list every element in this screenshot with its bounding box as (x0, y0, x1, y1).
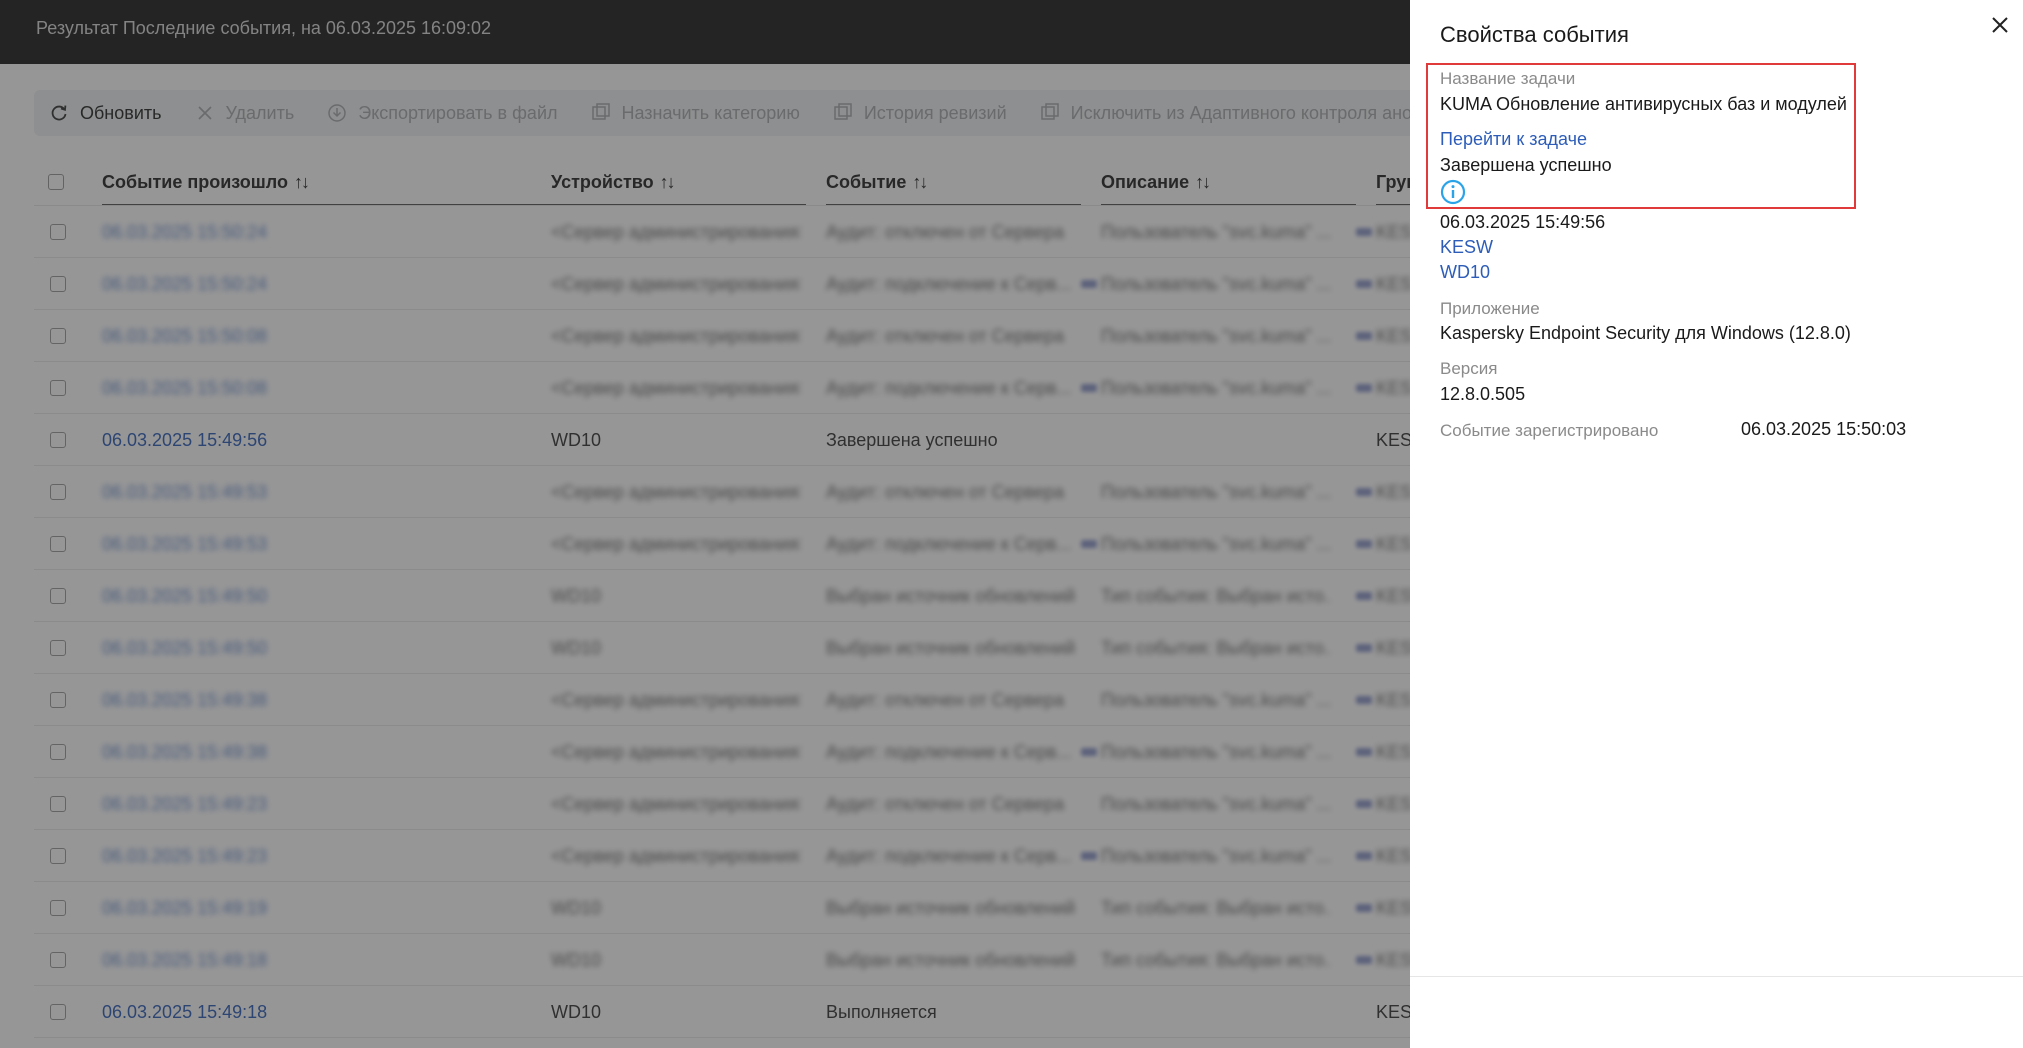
event-properties-panel: Свойства события Название задачи KUMA Об… (1410, 0, 2023, 1048)
version-label: Версия (1440, 359, 1498, 378)
registered-value: 06.03.2025 15:50:03 (1741, 419, 1907, 439)
task-name-value: KUMA Обновление антивирусных баз и модул… (1440, 94, 1847, 114)
go-to-task-link[interactable]: Перейти к задаче (1440, 129, 1587, 150)
panel-footer-divider (1410, 976, 2023, 977)
panel-title: Свойства события (1440, 22, 1629, 47)
application-label: Приложение (1440, 299, 1540, 318)
device-link[interactable]: WD10 (1440, 262, 1490, 283)
application-value: Kaspersky Endpoint Security для Windows … (1440, 323, 1851, 343)
version-value: 12.8.0.505 (1440, 384, 1526, 404)
info-icon[interactable] (1440, 179, 1466, 205)
close-panel-button[interactable] (1987, 12, 2013, 38)
task-name-label: Название задачи (1440, 69, 1576, 88)
close-icon (1992, 17, 2008, 33)
task-status: Завершена успешно (1440, 155, 1612, 175)
registered-label: Событие зарегистрировано (1440, 421, 1659, 440)
group-link[interactable]: KESW (1440, 237, 1493, 258)
event-date: 06.03.2025 15:49:56 (1440, 212, 1606, 232)
modal-overlay[interactable] (0, 0, 1410, 1048)
